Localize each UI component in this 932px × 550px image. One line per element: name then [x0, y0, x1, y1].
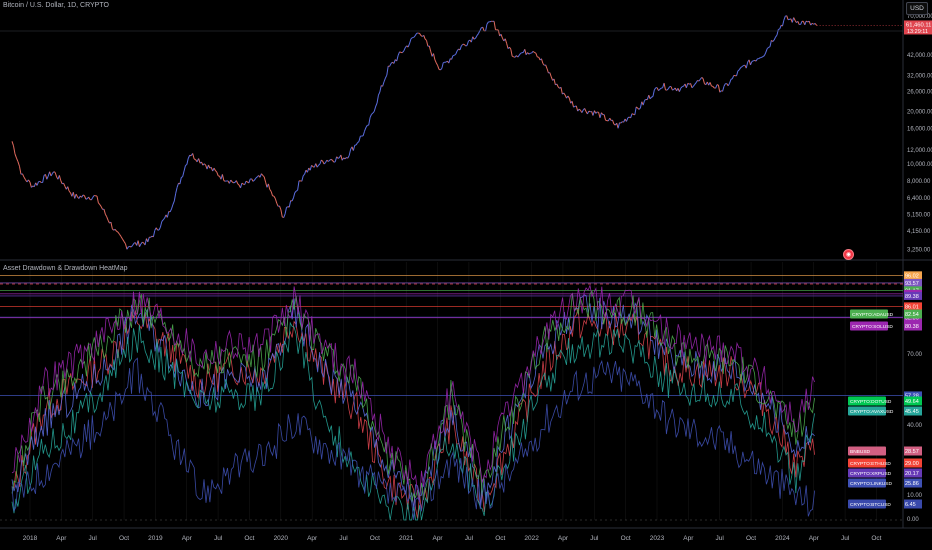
price-segment	[142, 241, 144, 244]
drawdown-tick-label: 70.00	[907, 352, 923, 358]
time-tick-label: Apr	[307, 535, 318, 542]
reference-level-label: 96.02	[905, 273, 919, 279]
time-tick-label: Apr	[432, 535, 443, 542]
time-tick-label: Oct	[119, 535, 129, 542]
price-segment	[53, 171, 56, 173]
reference-level-label: 86.01	[905, 304, 919, 310]
price-segment	[512, 55, 514, 58]
series-value-label: 45.45	[905, 409, 919, 415]
price-segment	[573, 105, 576, 108]
time-tick-label: Oct	[244, 535, 254, 542]
price-tick-label: 3,250.00	[907, 247, 931, 253]
drawdown-tick-label: 0.00	[907, 517, 919, 523]
time-tick-label: Apr	[683, 535, 694, 542]
series-value-label: 80.38	[905, 324, 919, 330]
price-segment	[751, 60, 754, 62]
drawdown-axis[interactable]: 70.0040.0020.0010.000.0096.0293.5791.179…	[904, 271, 923, 523]
reference-level-label: 89.38	[905, 294, 919, 300]
price-tick-label: 12,000.00	[907, 148, 932, 154]
series-value-label: 25.86	[905, 481, 919, 487]
price-segment	[534, 52, 537, 54]
price-tick-label: 70,000.00	[907, 14, 932, 20]
price-segment	[661, 87, 663, 89]
series-tag-label: BNBUSD	[850, 449, 871, 455]
price-segment	[778, 28, 780, 30]
price-segment	[82, 194, 85, 197]
time-tick-label: 2019	[148, 535, 163, 542]
price-tick-label: 20,000.00	[907, 109, 932, 115]
time-tick-label: Jul	[89, 535, 98, 542]
price-segment	[651, 96, 654, 98]
price-segment	[528, 52, 531, 55]
price-segment	[399, 51, 402, 53]
price-tick-label: 4,150.00	[907, 229, 931, 235]
series-tag-label: CRYPTO:LINKUSD	[850, 481, 892, 487]
series-tag-label: CRYPTO:XRPUSD	[850, 471, 892, 477]
last-price-countdown: 13:29:11	[907, 29, 928, 35]
series-value-label: 28.57	[905, 449, 919, 455]
time-tick-label: 2021	[399, 535, 414, 542]
price-segment	[631, 113, 634, 115]
time-tick-label: Oct	[370, 535, 380, 542]
price-segment	[730, 78, 733, 80]
series-tag-label: CRYPTO:SOLUSD	[852, 324, 893, 330]
series-tag-label: CRYPTO:AVAXUSD	[850, 409, 894, 415]
time-tick-label: Apr	[809, 535, 820, 542]
price-segment	[672, 88, 675, 91]
price-segment	[223, 180, 226, 182]
last-price-label: 61,460.11	[906, 22, 931, 28]
series-tag-label: CRYPTO:ADAUSD	[852, 312, 894, 318]
price-segment	[520, 52, 523, 54]
time-tick-label: 2020	[274, 535, 289, 542]
reference-level-label: 93.57	[905, 281, 919, 287]
price-tick-label: 42,000.00	[907, 53, 932, 59]
time-tick-label: Jul	[716, 535, 725, 542]
time-tick-label: Apr	[56, 535, 67, 542]
time-tick-label: Oct	[495, 535, 505, 542]
time-tick-label: Oct	[746, 535, 756, 542]
time-tick-label: Apr	[558, 535, 569, 542]
time-tick-label: 2022	[524, 535, 539, 542]
series-tag-label: CRYPTO:DOTUSD	[850, 399, 892, 405]
time-tick-label: Oct	[621, 535, 631, 542]
time-tick-label: Apr	[182, 535, 193, 542]
series-tag-label: CRYPTO:BTCUSD	[850, 502, 891, 508]
time-tick-label: Jul	[465, 535, 474, 542]
price-tick-label: 6,400.00	[907, 196, 931, 202]
series-tag-label: CRYPTO:ETHUSD	[850, 461, 891, 467]
time-tick-label: Jul	[214, 535, 223, 542]
price-tick-label: 26,000.00	[907, 89, 932, 95]
price-tick-label: 32,000.00	[907, 74, 932, 80]
price-tick-label: 10,000.00	[907, 162, 932, 168]
indicator-title[interactable]: Asset Drawdown & Drawdown HeatMap	[3, 265, 128, 272]
price-tick-label: 5,150.00	[907, 212, 931, 218]
chart-stage[interactable]: CRYPTO:ADAUSD CRYPTO:SOLUSD CRYPTO:DOTUSD C…	[0, 0, 932, 550]
time-tick-label: 2018	[23, 535, 38, 542]
time-tick-label: Jul	[590, 535, 599, 542]
price-segment	[588, 110, 591, 113]
drawdown-tick-label: 10.00	[907, 493, 923, 499]
price-segment	[193, 158, 196, 161]
time-tick-label: 2023	[650, 535, 665, 542]
price-segment	[768, 46, 771, 48]
series-value-label: 82.54	[905, 312, 919, 318]
time-tick-label: Oct	[871, 535, 881, 542]
drawdown-tick-label: 40.00	[907, 423, 923, 429]
price-segment	[85, 198, 88, 200]
alert-icon[interactable]: ◉	[843, 249, 854, 260]
series-value-label: 20.17	[905, 471, 919, 477]
series-value-label: 49.64	[905, 399, 919, 405]
price-segment	[286, 206, 289, 208]
time-tick-label: Jul	[841, 535, 850, 542]
currency-button[interactable]: USD	[906, 2, 928, 15]
time-tick-label: 2024	[775, 535, 790, 542]
series-value-label: 29.00	[905, 461, 919, 467]
symbol-title[interactable]: Bitcoin / U.S. Dollar, 1D, CRYPTO	[3, 2, 109, 9]
time-tick-label: Jul	[339, 535, 348, 542]
price-segment	[761, 56, 764, 58]
price-tick-label: 16,000.00	[907, 126, 932, 132]
series-value-label: 6.45	[905, 502, 916, 508]
price-tick-label: 8,000.00	[907, 179, 931, 185]
